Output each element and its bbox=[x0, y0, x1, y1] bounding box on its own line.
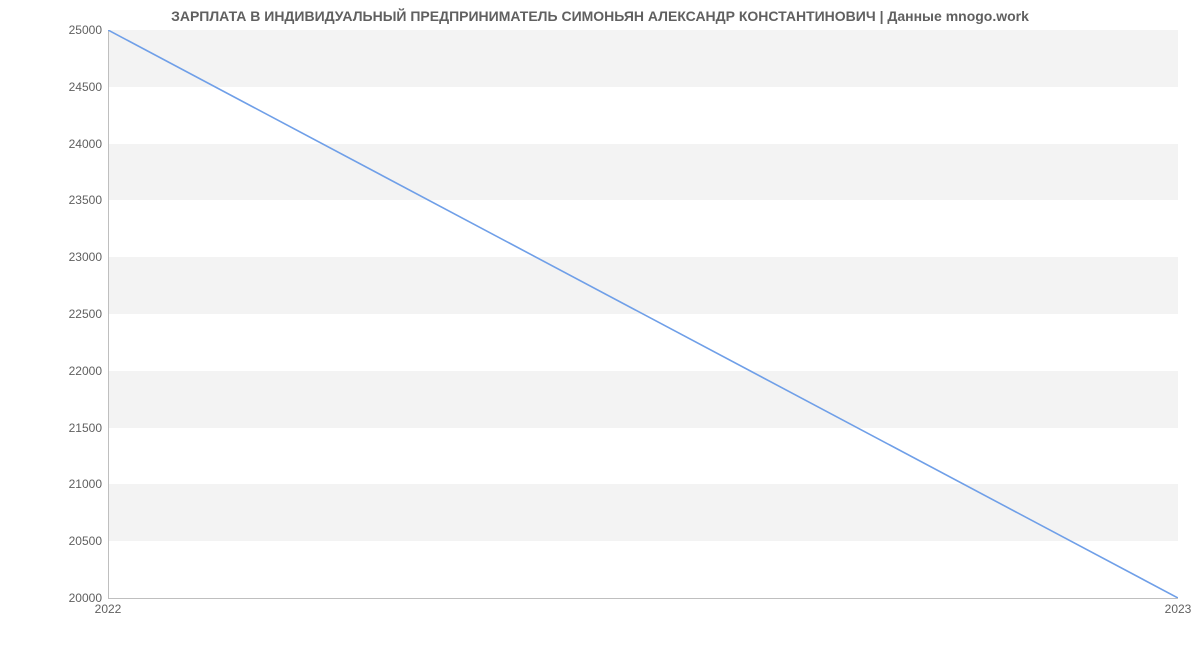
y-tick-label: 23500 bbox=[69, 193, 108, 207]
y-tick-label: 21500 bbox=[69, 421, 108, 435]
y-tick-label: 23000 bbox=[69, 250, 108, 264]
line-series bbox=[108, 30, 1178, 598]
x-axis-line bbox=[108, 598, 1178, 599]
chart-title: ЗАРПЛАТА В ИНДИВИДУАЛЬНЫЙ ПРЕДПРИНИМАТЕЛ… bbox=[0, 8, 1200, 24]
plot-area: 2000020500210002150022000225002300023500… bbox=[108, 30, 1178, 598]
x-tick-label: 2023 bbox=[1165, 598, 1192, 616]
x-tick-label: 2022 bbox=[95, 598, 122, 616]
y-tick-label: 25000 bbox=[69, 23, 108, 37]
y-tick-label: 21000 bbox=[69, 477, 108, 491]
y-tick-label: 20500 bbox=[69, 534, 108, 548]
y-tick-label: 24000 bbox=[69, 137, 108, 151]
y-tick-label: 22500 bbox=[69, 307, 108, 321]
y-tick-label: 24500 bbox=[69, 80, 108, 94]
chart-container: ЗАРПЛАТА В ИНДИВИДУАЛЬНЫЙ ПРЕДПРИНИМАТЕЛ… bbox=[0, 0, 1200, 650]
y-tick-label: 22000 bbox=[69, 364, 108, 378]
